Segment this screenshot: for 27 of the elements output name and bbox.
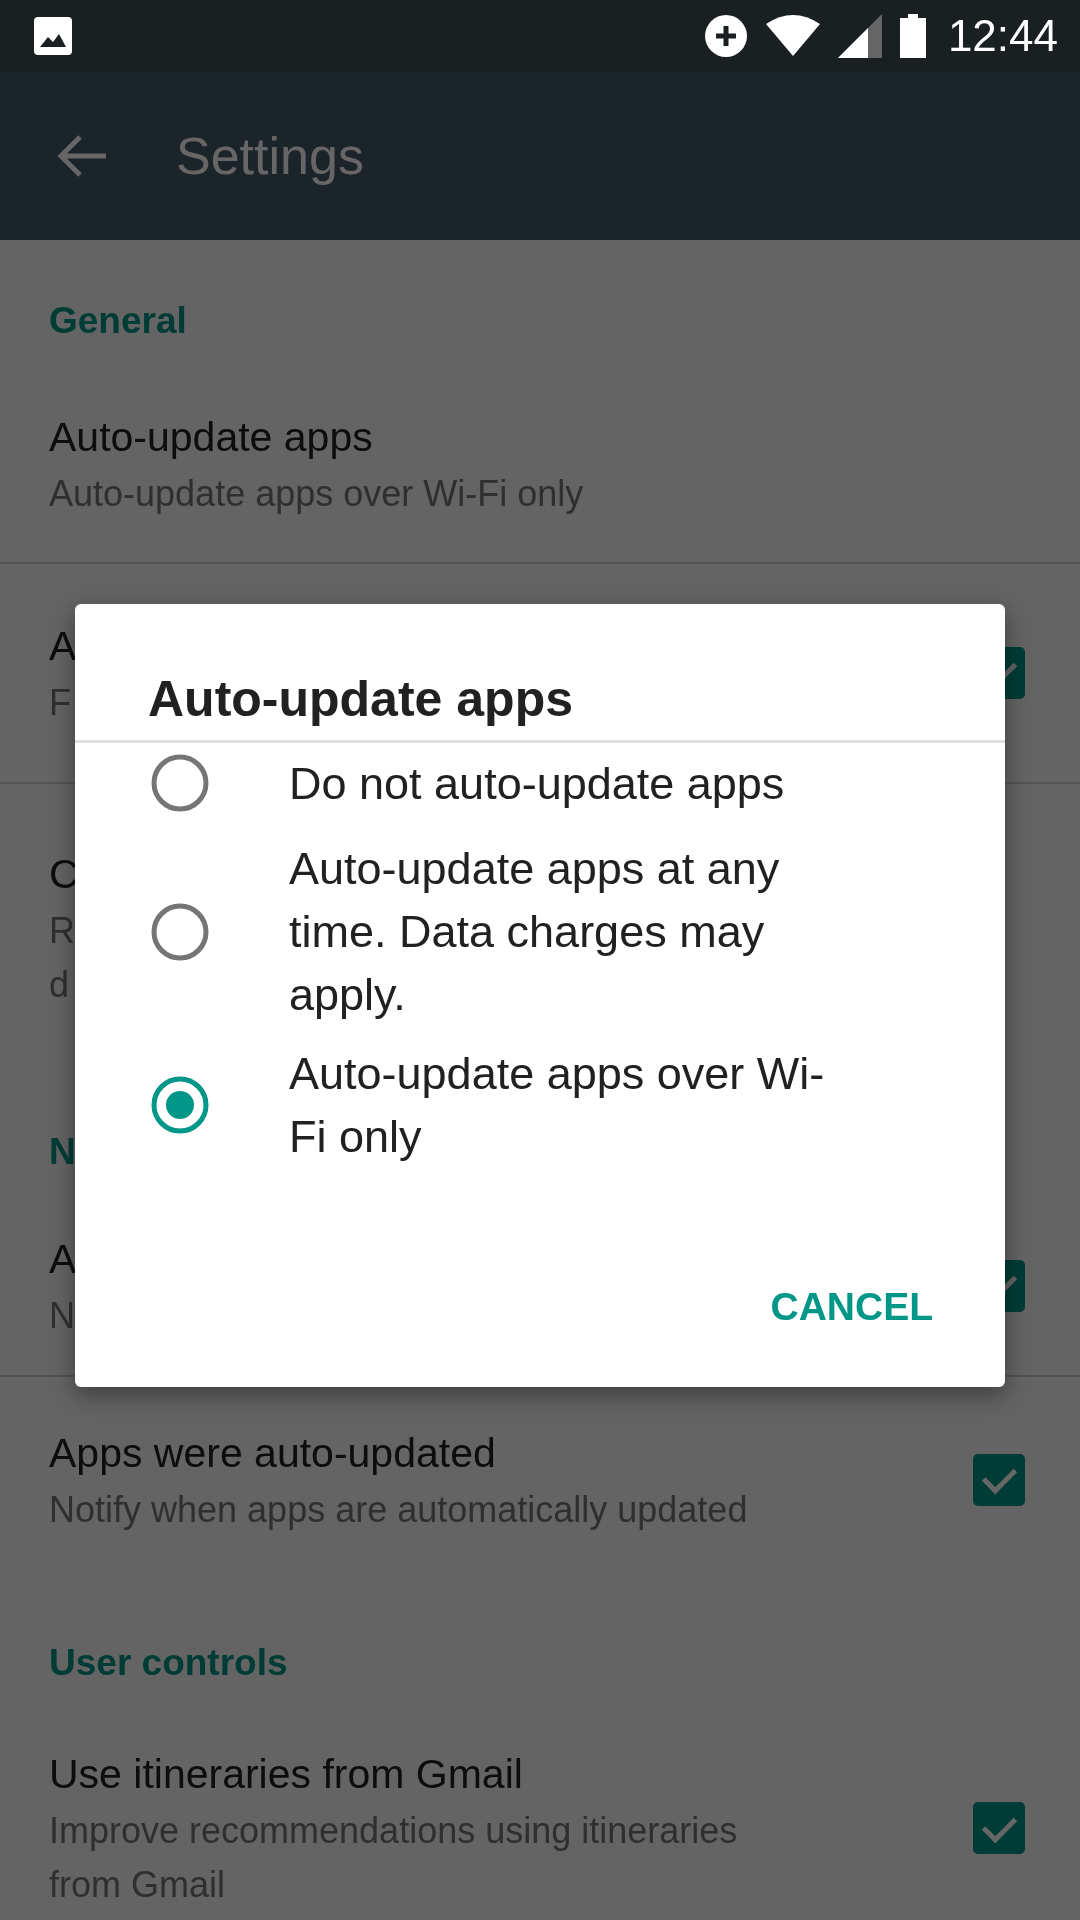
checkbox[interactable] xyxy=(973,1802,1025,1854)
radio-button[interactable] xyxy=(151,902,209,961)
section-header: User controls xyxy=(49,1642,288,1685)
add-circle-icon xyxy=(703,14,748,58)
image-icon xyxy=(34,17,72,55)
clock-time: 12:44 xyxy=(947,11,1058,61)
radio-button[interactable] xyxy=(151,1076,209,1134)
option-label[interactable]: Do not auto-update apps xyxy=(289,751,785,815)
section-header: N xyxy=(49,1131,76,1174)
setting-title: Apps were auto-updated xyxy=(49,1428,496,1478)
signal-icon xyxy=(837,14,882,58)
dialog-title: Auto-update apps xyxy=(75,604,1005,743)
radio-button[interactable] xyxy=(151,754,209,812)
screen-title: Settings xyxy=(176,126,364,186)
section-header: General xyxy=(49,300,187,343)
wifi-icon xyxy=(765,14,820,58)
option-label[interactable]: Auto-update apps at any time. Data charges may apply. xyxy=(289,837,830,1026)
setting-title: A xyxy=(49,622,77,671)
checkbox[interactable] xyxy=(973,1453,1025,1506)
option-label[interactable]: Auto-update apps over Wi-Fi only xyxy=(289,1042,830,1168)
cancel-button[interactable]: CANCEL xyxy=(754,1277,949,1337)
battery-icon xyxy=(899,14,926,58)
setting-title: Use itineraries from Gmail xyxy=(49,1750,523,1799)
back-arrow-icon[interactable] xyxy=(56,134,108,178)
setting-title: C xyxy=(49,849,79,899)
setting-title: Auto-update apps xyxy=(49,413,373,462)
setting-title: A xyxy=(49,1235,77,1284)
